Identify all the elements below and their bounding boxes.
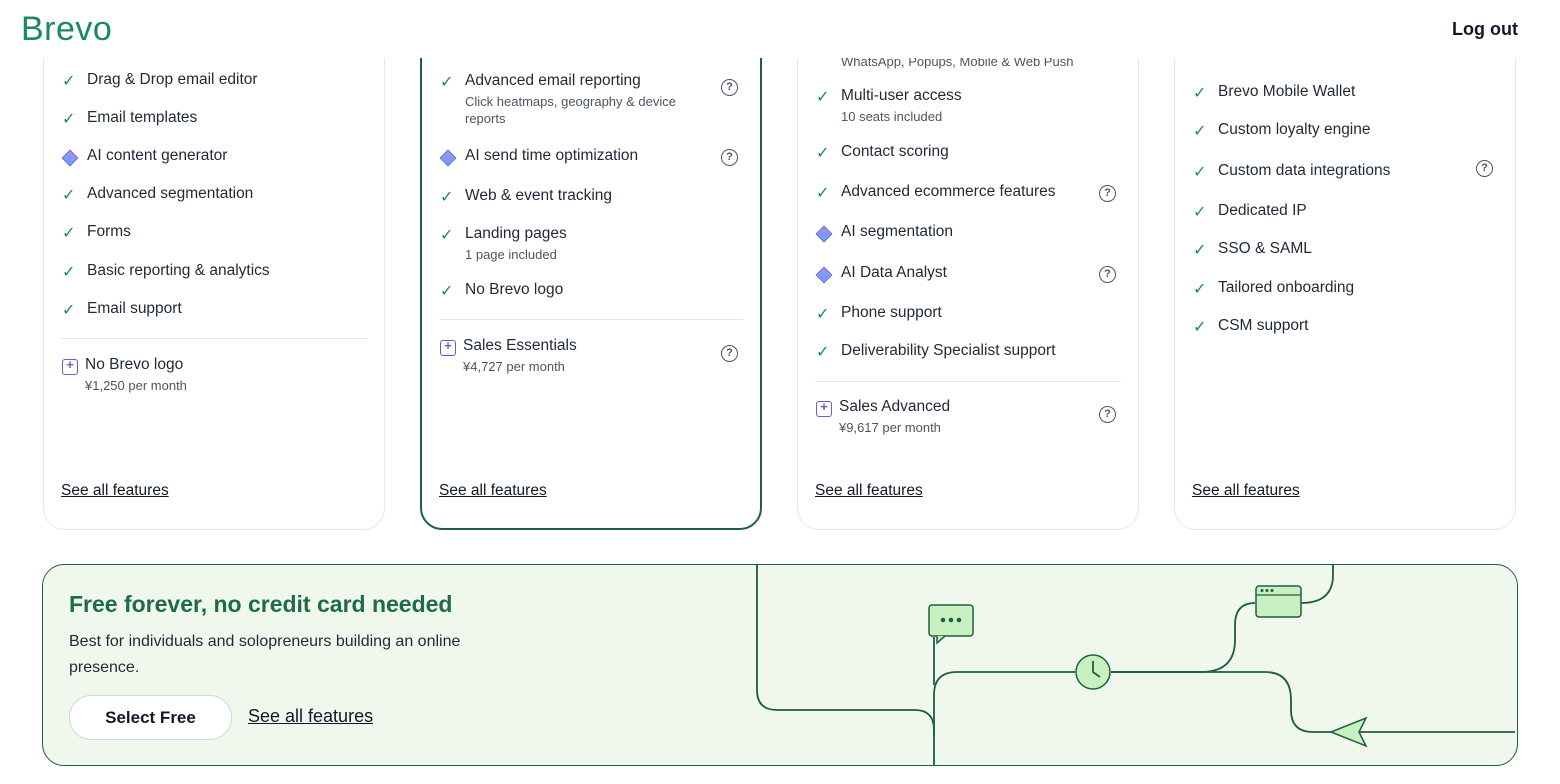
check-icon: ✓ [440, 227, 454, 244]
brevo-logo[interactable]: Brevo [21, 10, 112, 49]
feature-sublabel: Click heatmaps, geography & device repor… [465, 94, 677, 126]
feature-label: Multi-user access [841, 87, 962, 104]
help-icon[interactable]: ? [1476, 160, 1493, 177]
feature-label: Tailored onboarding [1218, 279, 1355, 296]
check-icon: ✓ [1193, 242, 1207, 259]
check-icon: ✓ [1193, 123, 1207, 140]
feature-label: AI send time optimization [465, 147, 639, 164]
feature-label: Email templates [87, 109, 198, 126]
help-icon[interactable]: ? [1099, 185, 1116, 202]
feature-sublabel: 1 page included [465, 247, 557, 262]
addon-price: ¥4,727 per month [463, 359, 565, 374]
check-icon: ✓ [816, 185, 830, 202]
divider [439, 319, 743, 320]
see-all-features-link[interactable]: See all features [1192, 482, 1300, 500]
feature-label: Custom loyalty engine [1218, 121, 1371, 138]
chat-bubble-icon [928, 604, 974, 645]
see-all-features-link[interactable]: See all features [439, 482, 547, 500]
feature-label: Advanced segmentation [87, 185, 254, 202]
check-icon: ✓ [816, 344, 830, 361]
check-icon: ✓ [440, 283, 454, 300]
help-icon[interactable]: ? [1099, 266, 1116, 283]
ai-diamond-icon [439, 149, 457, 167]
feature-label: Deliverability Specialist support [841, 342, 1056, 359]
check-icon: ✓ [62, 264, 76, 281]
help-icon[interactable]: ? [721, 79, 738, 96]
check-icon: ✓ [816, 89, 830, 106]
check-icon: ✓ [816, 145, 830, 162]
feature-label: Forms [87, 223, 131, 240]
plan-card-enterprise: ✓ Brevo Mobile Wallet ✓ Custom loyalty e… [1174, 0, 1516, 530]
check-icon: ✓ [816, 306, 830, 323]
addon-label: Sales Essentials [463, 337, 577, 354]
feature-label: Email support [87, 300, 182, 317]
plan-card-professional: WhatsApp, Popups, Mobile & Web Push ✓ Mu… [797, 0, 1139, 530]
feature-label: Drag & Drop email editor [87, 71, 258, 88]
feature-label: Contact scoring [841, 143, 949, 160]
plan-card-starter: ✓ Drag & Drop email editor ✓ Email templ… [43, 0, 385, 530]
see-all-features-link[interactable]: See all features [815, 482, 923, 500]
help-icon[interactable]: ? [721, 345, 738, 362]
browser-window-icon [1255, 585, 1302, 618]
feature-label: Advanced email reporting [465, 72, 641, 89]
select-free-button[interactable]: Select Free [69, 695, 232, 740]
feature-label: Phone support [841, 304, 942, 321]
addon-label: No Brevo logo [85, 356, 184, 373]
check-icon: ✓ [1193, 164, 1207, 181]
banner-description: Best for individuals and solopreneurs bu… [69, 633, 461, 676]
feature-label: AI content generator [87, 147, 228, 164]
feature-label: Custom data integrations [1218, 162, 1391, 179]
check-icon: ✓ [1193, 319, 1207, 336]
feature-label: No Brevo logo [465, 281, 564, 298]
check-icon: ✓ [440, 189, 454, 206]
feature-label: SSO & SAML [1218, 240, 1312, 257]
feature-sublabel: 10 seats included [841, 109, 943, 124]
feature-label: CSM support [1218, 317, 1309, 334]
check-icon: ✓ [62, 225, 76, 242]
addon-plus-icon: + [440, 339, 456, 356]
divider [61, 338, 367, 339]
addon-label: Sales Advanced [839, 398, 951, 415]
divider [815, 381, 1121, 382]
logout-button[interactable]: Log out [1452, 19, 1518, 40]
banner-see-all-features-link[interactable]: See all features [248, 706, 373, 727]
feature-label: Dedicated IP [1218, 202, 1307, 219]
check-icon: ✓ [62, 111, 76, 128]
addon-price: ¥1,250 per month [85, 378, 187, 393]
addon-price: ¥9,617 per month [839, 420, 941, 435]
see-all-features-link[interactable]: See all features [61, 482, 169, 500]
free-plan-banner: Free forever, no credit card needed Best… [42, 564, 1518, 766]
check-icon: ✓ [440, 74, 454, 91]
feature-label: Advanced ecommerce features [841, 183, 1056, 200]
addon-plus-icon: + [816, 400, 832, 417]
feature-label: Web & event tracking [465, 187, 613, 204]
banner-title: Free forever, no credit card needed [69, 591, 453, 617]
top-header: Brevo Log out [0, 0, 1560, 58]
ai-diamond-icon [815, 225, 833, 243]
feature-label: AI segmentation [841, 223, 954, 240]
feature-label: Brevo Mobile Wallet [1218, 83, 1356, 100]
feature-label: Basic reporting & analytics [87, 262, 270, 279]
check-icon: ✓ [1193, 204, 1207, 221]
check-icon: ✓ [1193, 281, 1207, 298]
ai-diamond-icon [815, 266, 833, 284]
help-icon[interactable]: ? [1099, 406, 1116, 423]
check-icon: ✓ [62, 187, 76, 204]
ai-diamond-icon [61, 149, 79, 167]
check-icon: ✓ [62, 73, 76, 90]
feature-label: Landing pages [465, 225, 567, 242]
check-icon: ✓ [62, 302, 76, 319]
plan-card-standard: ✓ Advanced email reporting Click heatmap… [420, 0, 762, 530]
addon-plus-icon: + [62, 358, 78, 375]
check-icon: ✓ [1193, 85, 1207, 102]
feature-label: AI Data Analyst [841, 264, 947, 281]
help-icon[interactable]: ? [721, 149, 738, 166]
clock-icon [1075, 654, 1111, 690]
